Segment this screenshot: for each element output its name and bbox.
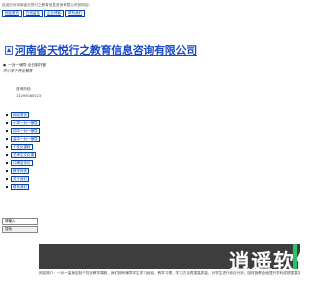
site-description: 网站简介：一对一量身定制个性化教学课程，我们拥有辅导学生学习经验，教学习理，学习… — [39, 271, 300, 275]
search-button[interactable]: 搜索 — [2, 226, 38, 233]
banner: 逍遥软件 — [39, 244, 300, 269]
nav-bullet-icon — [6, 170, 8, 172]
top-link-contact[interactable]: 联系我们 — [65, 10, 85, 17]
nav-bullet-icon — [6, 162, 8, 164]
nav-item: 联系我们 — [6, 183, 40, 191]
nav-bullet-icon — [6, 114, 8, 116]
nav-link-courses[interactable]: 个性化课程 — [11, 143, 33, 151]
top-link-blog[interactable]: 企业博客 — [44, 10, 64, 17]
nav-bullet-icon — [6, 122, 8, 124]
nav-item: 口碑及评价 — [6, 159, 40, 167]
top-link-home[interactable]: 网站首页 — [2, 10, 22, 17]
site-subtitle: 中小学个性化教育 — [3, 69, 33, 73]
banner-text: 逍遥软件 — [229, 250, 300, 269]
nav-link-high[interactable]: 高中一对一辅导 — [11, 135, 40, 143]
nav-item: 高中一对一辅导 — [6, 135, 40, 143]
nav-item: 艺考生文化课 — [6, 151, 40, 159]
nav-link-contact[interactable]: 联系我们 — [11, 183, 29, 191]
tagline-text: 一对一辅导·全日制托管 — [8, 63, 47, 67]
main-nav: 网站首页 小学一对一辅导 初中一对一辅导 高中一对一辅导 个性化课程 艺考生文化… — [6, 111, 40, 191]
nav-item: 初中一对一辅导 — [6, 127, 40, 135]
nav-item: 个性化课程 — [6, 143, 40, 151]
banner-stripe — [293, 244, 297, 269]
contact-phone: 13295080523 — [16, 94, 42, 98]
top-link-message[interactable]: 在线留言 — [23, 10, 43, 17]
nav-link-primary[interactable]: 小学一对一辅导 — [11, 119, 40, 127]
nav-item: 网站首页 — [6, 111, 40, 119]
nav-bullet-icon — [6, 178, 8, 180]
nav-link-about[interactable]: 关于我们 — [11, 175, 29, 183]
nav-bullet-icon — [6, 186, 8, 188]
nav-bullet-icon — [6, 138, 8, 140]
nav-item: 教学师资 — [6, 167, 40, 175]
welcome-text: 欢迎访问河南省天悦行之教育信息咨询有限公司官网站! — [2, 3, 90, 7]
nav-bullet-icon — [6, 154, 8, 156]
nav-link-art[interactable]: 艺考生文化课 — [11, 151, 36, 159]
site-logo[interactable]: 河南省天悦行之教育信息咨询有限公司 — [5, 42, 197, 58]
top-links: 网站首页 在线留言 企业博客 联系我们 — [2, 10, 85, 17]
nav-link-reviews[interactable]: 口碑及评价 — [11, 159, 33, 167]
site-title[interactable]: 河南省天悦行之教育信息咨询有限公司 — [15, 42, 197, 58]
search-input[interactable] — [2, 218, 38, 225]
bullet-icon: ● — [3, 63, 7, 67]
nav-item: 关于我们 — [6, 175, 40, 183]
nav-link-middle[interactable]: 初中一对一辅导 — [11, 127, 40, 135]
contact-block: 咨询热线: 13295080523 — [16, 86, 41, 100]
nav-link-home[interactable]: 网站首页 — [11, 111, 29, 119]
search-form: 搜索 — [2, 218, 38, 233]
logo-icon — [5, 45, 13, 55]
nav-item: 小学一对一辅导 — [6, 119, 40, 127]
nav-link-teachers[interactable]: 教学师资 — [11, 167, 29, 175]
site-tagline: ● 一对一辅导·全日制托管 — [3, 63, 46, 68]
nav-bullet-icon — [6, 130, 8, 132]
contact-label: 咨询热线: — [16, 87, 32, 91]
nav-bullet-icon — [6, 146, 8, 148]
